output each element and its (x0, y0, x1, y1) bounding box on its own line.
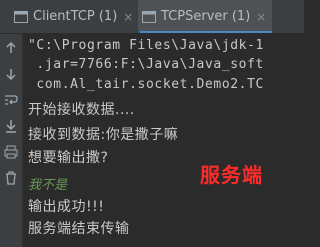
server-annotation: 服务端 (200, 163, 263, 187)
wrap-icon[interactable] (3, 92, 19, 108)
run-console-icon (14, 10, 28, 23)
trash-icon[interactable] (3, 170, 19, 186)
command-line: .jar=7766:F:\Java\Java_soft (28, 57, 264, 72)
active-tab-indicator (140, 31, 272, 33)
output-line: 接收到数据:你是撒子嘛 (28, 127, 179, 143)
close-icon[interactable]: × (123, 10, 133, 24)
scroll-end-icon[interactable] (3, 118, 19, 134)
down-arrow-icon[interactable] (3, 66, 19, 82)
tab-label: TCPServer (1) (161, 9, 251, 24)
tab-label: ClientTCP (1) (33, 9, 118, 24)
output-line: 想要输出撒? (28, 150, 109, 166)
command-line: "C:\Program Files\Java\jdk-1 (28, 38, 264, 53)
tab-clienttcp[interactable]: ClientTCP (1) × (10, 0, 138, 33)
console-output: "C:\Program Files\Java\jdk-1 .jar=7766:F… (28, 34, 304, 247)
up-arrow-icon[interactable] (3, 40, 19, 56)
tab-tcpserver[interactable]: TCPServer (1) × (138, 0, 272, 33)
user-input-line: 我不是 (28, 178, 68, 193)
output-line: 开始接收数据.... (28, 102, 135, 118)
output-line: 输出成功!!! (28, 199, 105, 215)
run-console-icon (142, 10, 156, 23)
output-line: 服务端结束传输 (28, 221, 130, 237)
command-line: com.Al_tair.socket.Demo2.TC (28, 77, 264, 92)
close-icon[interactable]: × (256, 10, 266, 24)
console-toolbar (0, 34, 23, 247)
tab-bar: ClientTCP (1) × TCPServer (1) × (0, 0, 304, 34)
print-icon[interactable] (3, 144, 19, 160)
